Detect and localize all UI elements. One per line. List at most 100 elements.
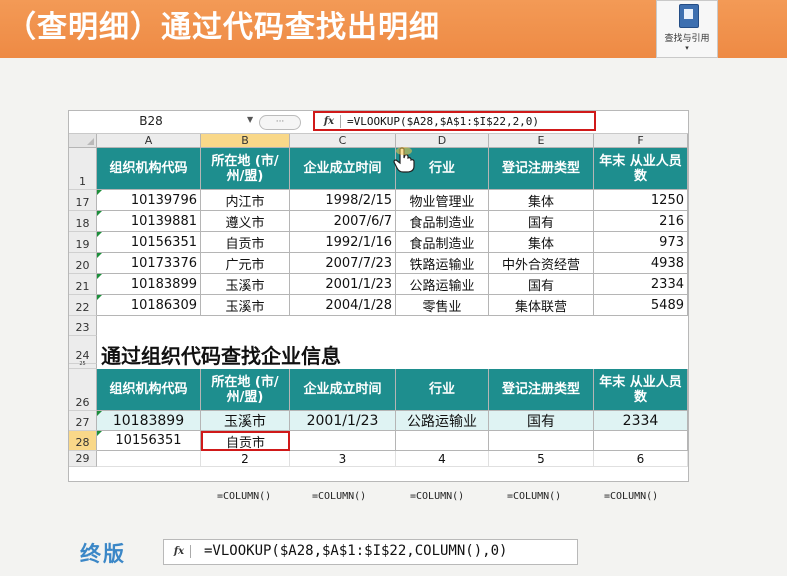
lookup-reference-button[interactable]: 查找与引用 ▾ [656, 0, 718, 58]
row-header[interactable]: 24 [69, 336, 97, 364]
table-cell[interactable]: 10186309 [97, 295, 201, 316]
lookup-cell[interactable]: 国有 [489, 411, 594, 431]
row-header[interactable]: 28 [69, 431, 97, 451]
lookup-cell[interactable]: 自贡市 [201, 431, 290, 451]
table-cell[interactable]: 10139881 [97, 211, 201, 232]
column-title[interactable]: 企业成立时间 [290, 369, 396, 411]
column-title[interactable]: 年末 从业人员数 [594, 369, 688, 411]
column-title[interactable]: 登记注册类型 [489, 148, 594, 190]
table-cell[interactable]: 玉溪市 [201, 295, 290, 316]
row-header[interactable]: 27 [69, 411, 97, 431]
table-cell[interactable]: 5489 [594, 295, 688, 316]
lookup-cell[interactable]: 2334 [594, 411, 688, 431]
hand-cursor-icon [393, 147, 415, 173]
table-cell[interactable]: 10156351 [97, 232, 201, 253]
column-formula-note: =COLUMN() [410, 491, 465, 502]
table-cell[interactable]: 国有 [489, 211, 594, 232]
row-header[interactable]: 18 [69, 211, 97, 232]
column-header[interactable]: D [396, 134, 489, 148]
row-header[interactable]: 26 [69, 369, 97, 411]
table-cell[interactable]: 集体联营 [489, 295, 594, 316]
row-header[interactable]: 1 [69, 148, 97, 190]
table-cell[interactable]: 集体 [489, 232, 594, 253]
table-cell[interactable]: 216 [594, 211, 688, 232]
lookup-cell[interactable]: 玉溪市 [201, 411, 290, 431]
table-cell[interactable]: 广元市 [201, 253, 290, 274]
lookup-cell[interactable] [594, 431, 688, 451]
column-header[interactable]: A [97, 134, 201, 148]
table-header-row: 1 组织机构代码 所在地 (市/州/盟) 企业成立时间 行业 登记注册类型 年末 从业人员数 [69, 148, 688, 190]
column-header[interactable]: C [290, 134, 396, 148]
final-formula: =VLOOKUP($A28,$A$1:$I$22,COLUMN(),0) [204, 543, 508, 559]
select-all-corner[interactable] [69, 134, 97, 148]
table-cell[interactable]: 4938 [594, 253, 688, 274]
table-cell[interactable]: 2007/7/23 [290, 253, 396, 274]
column-title[interactable]: 组织机构代码 [97, 369, 201, 411]
fx-icon[interactable]: fx [318, 115, 341, 128]
table-cell[interactable]: 1992/1/16 [290, 232, 396, 253]
table-cell[interactable]: 中外合资经营 [489, 253, 594, 274]
formula-bar-handle[interactable]: ··· [259, 115, 301, 130]
table-cell[interactable]: 973 [594, 232, 688, 253]
table-cell[interactable]: 2004/1/28 [290, 295, 396, 316]
table-cell[interactable]: 2001/1/23 [290, 274, 396, 295]
table-cell[interactable]: 零售业 [396, 295, 489, 316]
lookup-cell[interactable] [489, 431, 594, 451]
table-cell[interactable]: 2007/6/7 [290, 211, 396, 232]
formula-input[interactable]: =VLOOKUP($A28,$A$1:$I$22,2,0) [347, 114, 539, 130]
column-index-cell[interactable]: 5 [489, 451, 594, 467]
lookup-cell[interactable] [396, 431, 489, 451]
column-index-cell[interactable]: 4 [396, 451, 489, 467]
table-row: 22 10186309 玉溪市 2004/1/28 零售业 集体联营 5489 [69, 295, 688, 316]
table-cell[interactable]: 内江市 [201, 190, 290, 211]
table-cell[interactable]: 食品制造业 [396, 232, 489, 253]
column-header[interactable]: E [489, 134, 594, 148]
table-row: 21 10183899 玉溪市 2001/1/23 公路运输业 国有 2334 [69, 274, 688, 295]
name-box-dropdown-icon[interactable]: ▼ [247, 115, 253, 124]
column-index-cell[interactable]: 2 [201, 451, 290, 467]
table-cell[interactable]: 集体 [489, 190, 594, 211]
column-title[interactable]: 组织机构代码 [97, 148, 201, 190]
lookup-cell[interactable]: 公路运输业 [396, 411, 489, 431]
table-row: 17 10139796 内江市 1998/2/15 物业管理业 集体 1250 [69, 190, 688, 211]
row-header[interactable]: 23 [69, 316, 97, 336]
column-index-cell[interactable]: 6 [594, 451, 688, 467]
table-cell[interactable]: 自贡市 [201, 232, 290, 253]
column-header[interactable]: B [201, 134, 290, 148]
table-cell[interactable]: 10183899 [97, 274, 201, 295]
row-header[interactable]: 21 [69, 274, 97, 295]
lookup-cell[interactable]: 10183899 [97, 411, 201, 431]
lookup-row: 28 10156351 自贡市 [69, 431, 688, 451]
lookup-cell[interactable]: 10156351 [97, 431, 201, 451]
table-cell[interactable]: 铁路运输业 [396, 253, 489, 274]
row-header[interactable]: 22 [69, 295, 97, 316]
column-title[interactable]: 所在地 (市/州/盟) [201, 369, 290, 411]
table-cell[interactable]: 食品制造业 [396, 211, 489, 232]
table-cell[interactable]: 遵义市 [201, 211, 290, 232]
table-cell[interactable]: 10139796 [97, 190, 201, 211]
lookup-cell[interactable] [290, 431, 396, 451]
column-title[interactable]: 企业成立时间 [290, 148, 396, 190]
table-cell[interactable]: 1998/2/15 [290, 190, 396, 211]
column-title[interactable]: 所在地 (市/州/盟) [201, 148, 290, 190]
table-cell[interactable]: 玉溪市 [201, 274, 290, 295]
row-header[interactable]: 29 [69, 451, 97, 467]
column-title[interactable]: 登记注册类型 [489, 369, 594, 411]
table-cell[interactable]: 国有 [489, 274, 594, 295]
table-cell[interactable]: 物业管理业 [396, 190, 489, 211]
table-cell[interactable]: 2334 [594, 274, 688, 295]
column-title[interactable]: 行业 [396, 369, 489, 411]
row-header[interactable]: 19 [69, 232, 97, 253]
fx-icon: fx [168, 545, 191, 558]
column-title[interactable]: 年末 从业人员数 [594, 148, 688, 190]
row-header[interactable]: 20 [69, 253, 97, 274]
table-cell[interactable]: 1250 [594, 190, 688, 211]
table-cell[interactable]: 10173376 [97, 253, 201, 274]
name-box[interactable]: B28 [71, 113, 231, 130]
column-header[interactable]: F [594, 134, 688, 148]
lookup-cell[interactable]: 2001/1/23 [290, 411, 396, 431]
row-header[interactable]: 17 [69, 190, 97, 211]
column-index-cell[interactable] [97, 451, 201, 467]
table-cell[interactable]: 公路运输业 [396, 274, 489, 295]
column-index-cell[interactable]: 3 [290, 451, 396, 467]
